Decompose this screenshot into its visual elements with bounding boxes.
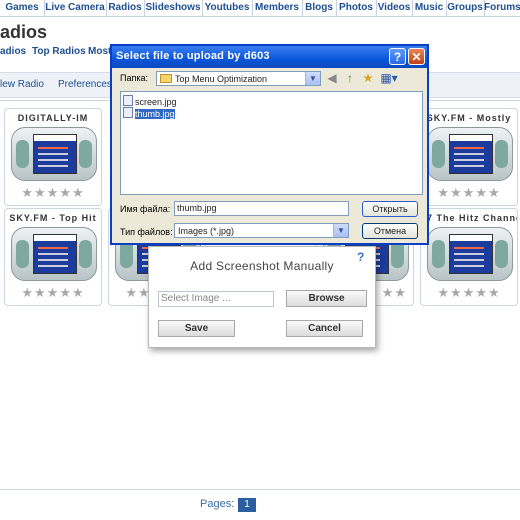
folder-icon xyxy=(160,74,172,83)
radio-card[interactable]: DIGITALLY-IM ★★★★★ xyxy=(4,108,102,206)
dialog-title: Add Screenshot Manually xyxy=(190,259,334,273)
radio-card-title: SKY.FM - Top Hit xyxy=(9,213,97,223)
pages-label: Pages: xyxy=(200,498,235,510)
radio-card[interactable]: SKY.FM - Top Hit ★★★★★ xyxy=(4,208,102,306)
back-icon[interactable]: ◀ xyxy=(324,71,340,86)
preferences-link[interactable]: Preferences xyxy=(58,79,112,90)
open-button[interactable]: Открыть xyxy=(362,201,418,217)
nav-games[interactable]: Games xyxy=(0,0,45,16)
radio-card-title: DIGITALLY-IM xyxy=(17,113,89,123)
file-upload-dialog: Select file to upload by d603 ? ✕ Папка:… xyxy=(110,44,429,245)
filetype-select[interactable]: Images (*.jpg) ▼ xyxy=(174,223,349,238)
view-menu-icon[interactable]: ▦▾ xyxy=(378,71,400,86)
add-screenshot-dialog: ? Add Screenshot Manually Select Image .… xyxy=(148,246,376,348)
nav-forums[interactable]: Forums xyxy=(484,0,520,16)
folder-select[interactable]: Top Menu Optimization ▼ xyxy=(156,71,321,86)
dialog-title-bar[interactable]: Select file to upload by d603 ? ✕ xyxy=(112,46,427,68)
radio-thumbnail xyxy=(11,127,97,181)
radio-thumbnail xyxy=(427,127,513,181)
select-image-input[interactable]: Select Image ... xyxy=(158,291,274,307)
nav-youtubes[interactable]: Youtubes xyxy=(202,0,253,16)
nav-blogs[interactable]: Blogs xyxy=(302,0,337,16)
chevron-down-icon[interactable]: ▼ xyxy=(305,72,320,85)
image-file-icon xyxy=(123,107,133,118)
page-1-button[interactable]: 1 xyxy=(238,498,256,512)
folder-label: Папка: xyxy=(120,73,148,83)
rating-stars[interactable]: ★★★★★ xyxy=(5,285,101,301)
top-nav: Games Live Camera Radios Slideshows Yout… xyxy=(0,0,520,17)
filename-label: Имя файла: xyxy=(120,204,171,214)
radio-thumbnail xyxy=(427,227,513,281)
folder-value: Top Menu Optimization xyxy=(175,74,268,84)
nav-members[interactable]: Members xyxy=(252,0,303,16)
radio-card-title: SKY.FM - Mostly xyxy=(426,113,512,123)
filetype-label: Тип файлов: xyxy=(120,227,173,237)
nav-photos[interactable]: Photos xyxy=(336,0,377,16)
file-item-selected[interactable]: thumb.jpg xyxy=(123,107,175,119)
rating-stars[interactable]: ★★★★★ xyxy=(421,185,517,201)
new-folder-icon[interactable]: ★ xyxy=(360,71,376,86)
new-radio-link[interactable]: lew Radio xyxy=(0,79,44,90)
radio-card[interactable]: 77 The Hitz Channel ★★★★★ xyxy=(420,208,518,306)
filetype-value: Images (*.jpg) xyxy=(178,226,235,236)
radio-card[interactable]: SKY.FM - Mostly ★★★★★ xyxy=(420,108,518,206)
file-name: thumb.jpg xyxy=(135,109,175,119)
save-button[interactable]: Save xyxy=(158,320,235,337)
chevron-down-icon[interactable]: ▼ xyxy=(333,224,348,237)
nav-radios[interactable]: Radios xyxy=(106,0,145,16)
nav-music[interactable]: Music xyxy=(412,0,447,16)
close-button[interactable]: ✕ xyxy=(408,48,425,65)
subnav-most[interactable]: Most xyxy=(88,46,111,57)
radio-thumbnail xyxy=(11,227,97,281)
rating-stars[interactable]: ★★★★★ xyxy=(5,185,101,201)
filename-input[interactable]: thumb.jpg xyxy=(174,201,349,216)
nav-groups[interactable]: Groups xyxy=(446,0,485,16)
subnav-top-radios[interactable]: Top Radios xyxy=(32,46,86,57)
up-folder-icon[interactable]: ↑ xyxy=(342,71,358,86)
nav-slideshows[interactable]: Slideshows xyxy=(144,0,203,16)
nav-live-camera[interactable]: Live Camera xyxy=(44,0,107,16)
image-file-icon xyxy=(123,95,133,106)
nav-videos[interactable]: Videos xyxy=(376,0,413,16)
file-item[interactable]: screen.jpg xyxy=(123,95,177,107)
radio-card-title: 77 The Hitz Channel xyxy=(421,213,517,223)
file-list: screen.jpg thumb.jpg xyxy=(120,91,423,195)
file-name: screen.jpg xyxy=(135,97,177,107)
cancel-button[interactable]: Отмена xyxy=(362,223,418,239)
rating-stars[interactable]: ★★★★★ xyxy=(421,285,517,301)
pagination: Pages: 1 xyxy=(200,498,256,512)
cancel-button[interactable]: Cancel xyxy=(286,320,363,337)
page-title: adios xyxy=(0,22,48,42)
subnav-radios[interactable]: adios xyxy=(0,46,26,57)
browse-button[interactable]: Browse xyxy=(286,290,367,307)
dialog-title: Select file to upload by d603 xyxy=(116,50,270,62)
help-button[interactable]: ? xyxy=(389,48,406,65)
